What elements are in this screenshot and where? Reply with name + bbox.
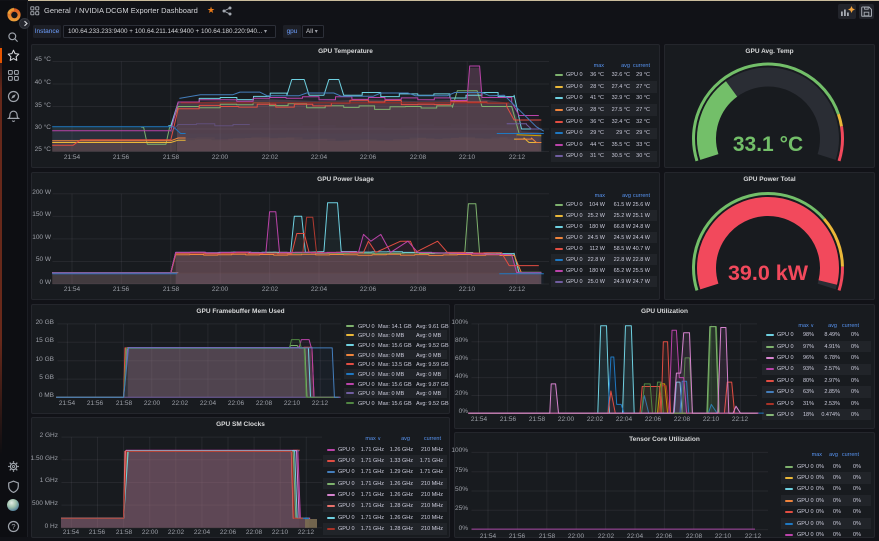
svg-text:39.0 kW: 39.0 kW — [728, 261, 809, 285]
svg-text:?: ? — [11, 522, 15, 531]
svg-text:33.1 °C: 33.1 °C — [733, 133, 803, 156]
